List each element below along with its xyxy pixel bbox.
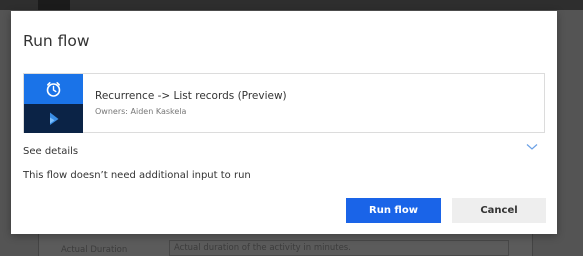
background-header (0, 0, 583, 10)
no-input-message: This flow doesn’t need additional input … (23, 170, 251, 181)
run-flow-button[interactable]: Run flow (346, 198, 441, 223)
chevron-down-icon[interactable] (525, 141, 539, 153)
background-field-label: Actual Duration (61, 245, 128, 255)
see-details-link[interactable]: See details (23, 146, 78, 157)
flow-icons (24, 74, 83, 133)
dialog-title: Run flow (23, 32, 90, 50)
flow-card: Recurrence -> List records (Preview) Own… (23, 73, 545, 133)
dynamics-action-tile (24, 104, 83, 133)
dynamics-icon (50, 112, 59, 125)
flow-owners: Owners: Aiden Kaskela (95, 107, 187, 116)
cancel-button[interactable]: Cancel (452, 198, 546, 223)
alarm-clock-icon (46, 82, 61, 97)
recurrence-trigger-tile (24, 74, 83, 104)
flow-name: Recurrence -> List records (Preview) (95, 90, 287, 102)
background-tab (38, 0, 70, 10)
run-flow-dialog: Run flow Recurrence -> List records (Pre… (11, 11, 557, 234)
background-field-value: Actual duration of the activity in minut… (169, 240, 509, 256)
